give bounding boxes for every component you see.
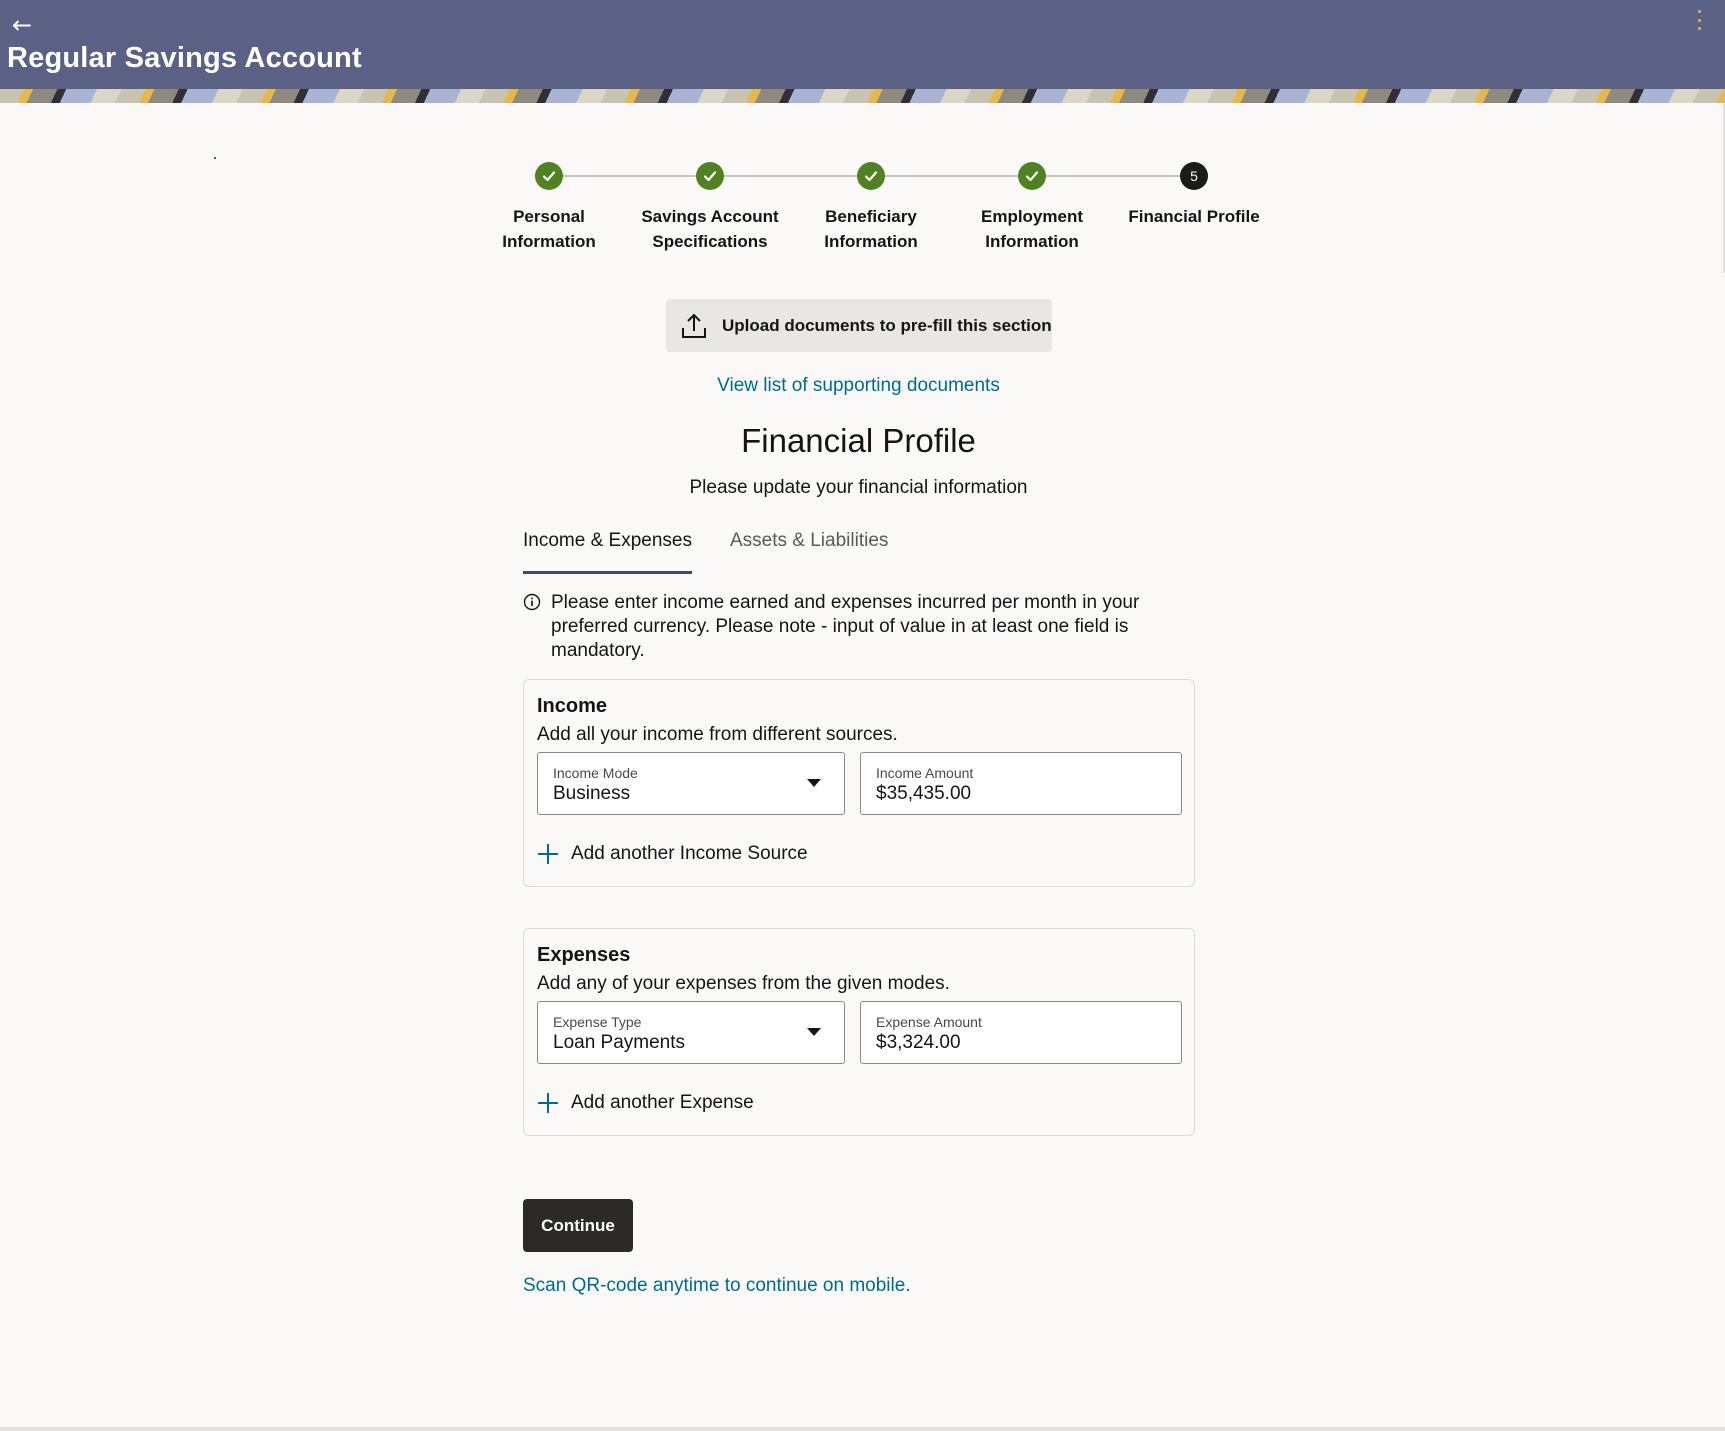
expense-amount-label: Expense Amount (876, 1014, 982, 1030)
plus-icon (538, 1093, 558, 1113)
step-label: Savings Account Specifications (641, 207, 779, 251)
info-text: Please enter income earned and expenses … (551, 592, 1140, 661)
tab-assets-liabilities[interactable]: Assets & Liabilities (730, 530, 888, 574)
upload-documents-button[interactable]: Upload documents to pre-fill this sectio… (666, 299, 1052, 352)
plus-icon (538, 844, 558, 864)
step-label: Personal Information (502, 207, 596, 251)
scan-qr-code-link[interactable]: Scan QR-code anytime to continue on mobi… (523, 1275, 911, 1297)
expenses-title: Expenses (537, 944, 631, 966)
expense-type-value: Loan Payments (553, 1032, 686, 1053)
expense-type-select[interactable]: Expense Type Loan Payments (537, 1001, 845, 1064)
expense-amount-value: $3,324.00 (876, 1032, 961, 1053)
step-label: Employment Information (980, 207, 1084, 251)
check-icon (696, 162, 724, 190)
tab-income-expenses[interactable]: Income & Expenses (523, 530, 692, 574)
view-supporting-documents-link[interactable]: View list of supporting documents (0, 375, 1717, 397)
page-title: Financial Profile (741, 422, 976, 459)
app-title: Regular Savings Account (7, 42, 362, 74)
income-card: Income Add all your income from differen… (523, 679, 1195, 887)
income-title: Income (537, 695, 608, 717)
expense-type-label: Expense Type (553, 1014, 642, 1030)
chevron-down-icon (807, 779, 821, 787)
app-header: ← Regular Savings Account (0, 0, 1725, 103)
income-amount-value: $35,435.00 (876, 783, 972, 804)
page-subtitle: Please update your financial information (689, 477, 1028, 498)
continue-button[interactable]: Continue (523, 1199, 633, 1252)
info-icon (523, 593, 541, 611)
income-amount-label: Income Amount (876, 765, 974, 781)
step-beneficiary-information[interactable]: Beneficiary Information (791, 160, 951, 254)
bottom-divider (0, 1427, 1725, 1431)
upload-icon (680, 312, 708, 340)
add-expense-button[interactable]: Add another Expense (537, 1092, 754, 1114)
income-amount-input[interactable]: Income Amount $35,435.00 (860, 752, 1182, 815)
add-expense-label: Add another Expense (571, 1092, 754, 1113)
expenses-description: Add any of your expenses from the given … (537, 973, 950, 994)
check-icon (1018, 162, 1046, 190)
progress-stepper: Personal Information Savings Account Speci… (0, 160, 1725, 260)
speck (214, 157, 216, 159)
step-number-badge: 5 (1180, 162, 1208, 190)
step-label: Financial Profile (1128, 207, 1260, 226)
expenses-card: Expenses Add any of your expenses from t… (523, 928, 1195, 1136)
expense-amount-input[interactable]: Expense Amount $3,324.00 (860, 1001, 1182, 1064)
upload-documents-label: Upload documents to pre-fill this sectio… (722, 315, 1052, 335)
add-income-source-button[interactable]: Add another Income Source (537, 843, 808, 865)
chevron-down-icon (807, 1028, 821, 1036)
add-income-source-label: Add another Income Source (571, 843, 808, 864)
income-mode-label: Income Mode (553, 765, 638, 781)
step-employment-information[interactable]: Employment Information (952, 160, 1112, 254)
step-label: Beneficiary Information (824, 207, 918, 251)
income-mode-select[interactable]: Income Mode Business (537, 752, 845, 815)
income-description: Add all your income from different sourc… (537, 724, 898, 745)
kebab-menu-icon[interactable] (1695, 10, 1703, 30)
step-financial-profile[interactable]: 5 Financial Profile (1114, 160, 1274, 229)
step-savings-account-specifications[interactable]: Savings Account Specifications (630, 160, 790, 254)
back-arrow-icon[interactable]: ← (12, 12, 40, 38)
financial-tabs: Income & Expenses Assets & Liabilities (523, 530, 926, 574)
check-icon (857, 162, 885, 190)
step-personal-information[interactable]: Personal Information (469, 160, 629, 254)
check-icon (535, 162, 563, 190)
info-message: Please enter income earned and expenses … (523, 591, 1173, 663)
header-banner-pattern (0, 89, 1725, 103)
income-mode-value: Business (553, 783, 631, 804)
